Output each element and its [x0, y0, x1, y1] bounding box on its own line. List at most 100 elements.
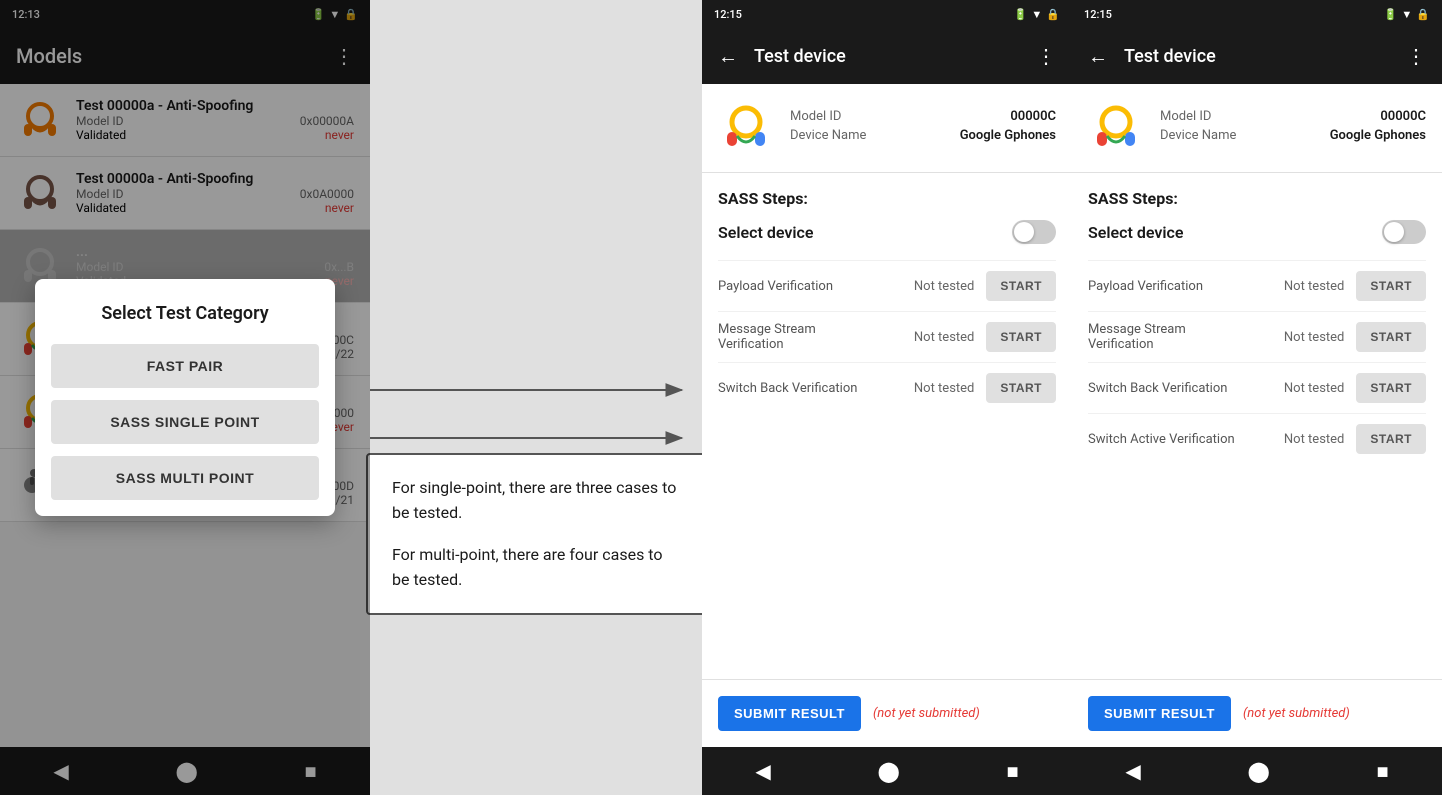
nav-recents-2[interactable]: ■	[983, 751, 1043, 792]
device-info-text-3: Model ID 00000C Device Name Google Gphon…	[1160, 109, 1426, 147]
start-button-3-2[interactable]: START	[1356, 373, 1426, 403]
select-device-row-2: Select device	[718, 220, 1056, 244]
phone-3: 12:15 🔋 ▼ 🔒 ← Test device ⋮	[1072, 0, 1442, 795]
sass-title-2: SASS Steps:	[718, 189, 1056, 208]
submit-button-2[interactable]: SUBMIT RESULT	[718, 696, 861, 731]
nav-bar-2: ◀ ⬤ ■	[702, 747, 1072, 795]
device-name-row-3: Device Name Google Gphones	[1160, 128, 1426, 143]
sass-section-2: SASS Steps: Select device Payload Verifi…	[702, 173, 1072, 679]
model-id-label-3: Model ID	[1160, 109, 1211, 124]
header-menu-icon-3[interactable]: ⋮	[1406, 44, 1426, 68]
nav-back-2[interactable]: ◀	[731, 751, 794, 791]
test-status-3-0: Not tested	[1264, 279, 1344, 294]
device-header-title-3: Test device	[1124, 46, 1216, 67]
test-status-3-1: Not tested	[1264, 330, 1344, 345]
time-2: 12:15	[714, 8, 742, 21]
arrows-svg	[370, 0, 702, 795]
submit-button-3[interactable]: SUBMIT RESULT	[1088, 696, 1231, 731]
status-icons-2: 🔋 ▼ 🔒	[1014, 8, 1060, 21]
lock-icon-2: 🔒	[1046, 8, 1060, 21]
model-id-row-2: Model ID 00000C	[790, 109, 1056, 124]
test-label-2-1: Message StreamVerification	[718, 322, 894, 352]
nav-home-2[interactable]: ⬤	[853, 751, 923, 791]
back-button-2[interactable]: ←	[718, 44, 738, 69]
device-header-3: ← Test device ⋮	[1072, 28, 1442, 84]
test-label-3-1: Message StreamVerification	[1088, 322, 1264, 352]
test-status-2-2: Not tested	[894, 381, 974, 396]
start-button-2-2[interactable]: START	[986, 373, 1056, 403]
test-status-3-2: Not tested	[1264, 381, 1344, 396]
status-bar-3: 12:15 🔋 ▼ 🔒	[1072, 0, 1442, 28]
submit-area-2: SUBMIT RESULT (not yet submitted)	[702, 679, 1072, 747]
test-label-3-2: Switch Back Verification	[1088, 381, 1264, 396]
device-name-value-2: Google Gphones	[960, 128, 1056, 143]
test-label-3-3: Switch Active Verification	[1088, 432, 1264, 447]
middle-section: For single-point, there are three cases …	[370, 0, 702, 795]
start-button-3-0[interactable]: START	[1356, 271, 1426, 301]
submit-area-3: SUBMIT RESULT (not yet submitted)	[1072, 679, 1442, 747]
back-button-3[interactable]: ←	[1088, 44, 1108, 69]
sass-title-3: SASS Steps:	[1088, 189, 1426, 208]
start-button-2-1[interactable]: START	[986, 322, 1056, 352]
caption-line1: For single-point, there are three cases …	[392, 475, 680, 526]
status-bar-2: 12:15 🔋 ▼ 🔒	[702, 0, 1072, 28]
test-label-2-0: Payload Verification	[718, 279, 894, 294]
test-row-2-2: Switch Back Verification Not tested STAR…	[718, 362, 1056, 413]
device-info-text-2: Model ID 00000C Device Name Google Gphon…	[790, 109, 1056, 147]
signal-icon-2: 🔋	[1014, 8, 1028, 21]
caption-line2: For multi-point, there are four cases to…	[392, 542, 680, 593]
device-header-2: ← Test device ⋮	[702, 28, 1072, 84]
test-row-3-2: Switch Back Verification Not tested STAR…	[1088, 362, 1426, 413]
start-button-3-1[interactable]: START	[1356, 322, 1426, 352]
phone-1: 12:13 🔋 ▼ 🔒 Models ⋮	[0, 0, 370, 795]
phone-2-content: ← Test device ⋮ Model ID 00000C	[702, 28, 1072, 747]
fast-pair-button[interactable]: FAST PAIR	[51, 344, 319, 388]
device-name-label-2: Device Name	[790, 128, 866, 143]
device-logo-2	[718, 100, 774, 156]
not-submitted-3: (not yet submitted)	[1243, 706, 1350, 721]
wifi-icon-3: ▼	[1401, 8, 1412, 21]
signal-icon-3: 🔋	[1384, 8, 1398, 21]
device-header-left-2: ← Test device	[718, 44, 846, 69]
device-header-left-3: ← Test device	[1088, 44, 1216, 69]
model-id-value-3: 00000C	[1380, 109, 1426, 124]
nav-bar-3: ◀ ⬤ ■	[1072, 747, 1442, 795]
select-device-label-3: Select device	[1088, 223, 1183, 242]
device-info-card-3: Model ID 00000C Device Name Google Gphon…	[1072, 84, 1442, 173]
device-name-row-2: Device Name Google Gphones	[790, 128, 1056, 143]
device-info-card-2: Model ID 00000C Device Name Google Gphon…	[702, 84, 1072, 173]
sass-multi-point-button[interactable]: SASS MULTI POINT	[51, 456, 319, 500]
start-button-3-3[interactable]: START	[1356, 424, 1426, 454]
dialog-overlay[interactable]: Select Test Category FAST PAIR SASS SING…	[0, 28, 370, 747]
dialog-title: Select Test Category	[51, 303, 319, 324]
phone-2: 12:15 🔋 ▼ 🔒 ← Test device ⋮	[702, 0, 1072, 795]
lock-icon-3: 🔒	[1416, 8, 1430, 21]
header-menu-icon-2[interactable]: ⋮	[1036, 44, 1056, 68]
wifi-icon-2: ▼	[1031, 8, 1042, 21]
phone-3-content: ← Test device ⋮ Model ID 00000C	[1072, 28, 1442, 747]
test-row-2-1: Message StreamVerification Not tested ST…	[718, 311, 1056, 362]
select-device-toggle-2[interactable]	[1012, 220, 1056, 244]
device-name-label-3: Device Name	[1160, 128, 1236, 143]
device-name-value-3: Google Gphones	[1330, 128, 1426, 143]
device-logo-3	[1088, 100, 1144, 156]
model-id-row-3: Model ID 00000C	[1160, 109, 1426, 124]
test-label-2-2: Switch Back Verification	[718, 381, 894, 396]
model-id-value-2: 00000C	[1010, 109, 1056, 124]
nav-back-3[interactable]: ◀	[1101, 751, 1164, 791]
sass-section-3: SASS Steps: Select device Payload Verifi…	[1072, 173, 1442, 679]
start-button-2-0[interactable]: START	[986, 271, 1056, 301]
model-id-label-2: Model ID	[790, 109, 841, 124]
sass-single-point-button[interactable]: SASS SINGLE POINT	[51, 400, 319, 444]
device-header-title-2: Test device	[754, 46, 846, 67]
select-device-row-3: Select device	[1088, 220, 1426, 244]
nav-recents-3[interactable]: ■	[1353, 751, 1413, 792]
select-category-dialog: Select Test Category FAST PAIR SASS SING…	[35, 279, 335, 516]
test-row-3-3: Switch Active Verification Not tested ST…	[1088, 413, 1426, 464]
nav-home-3[interactable]: ⬤	[1223, 751, 1293, 791]
test-status-2-0: Not tested	[894, 279, 974, 294]
select-device-toggle-3[interactable]	[1382, 220, 1426, 244]
test-status-3-3: Not tested	[1264, 432, 1344, 447]
test-status-2-1: Not tested	[894, 330, 974, 345]
test-row-3-1: Message StreamVerification Not tested ST…	[1088, 311, 1426, 362]
